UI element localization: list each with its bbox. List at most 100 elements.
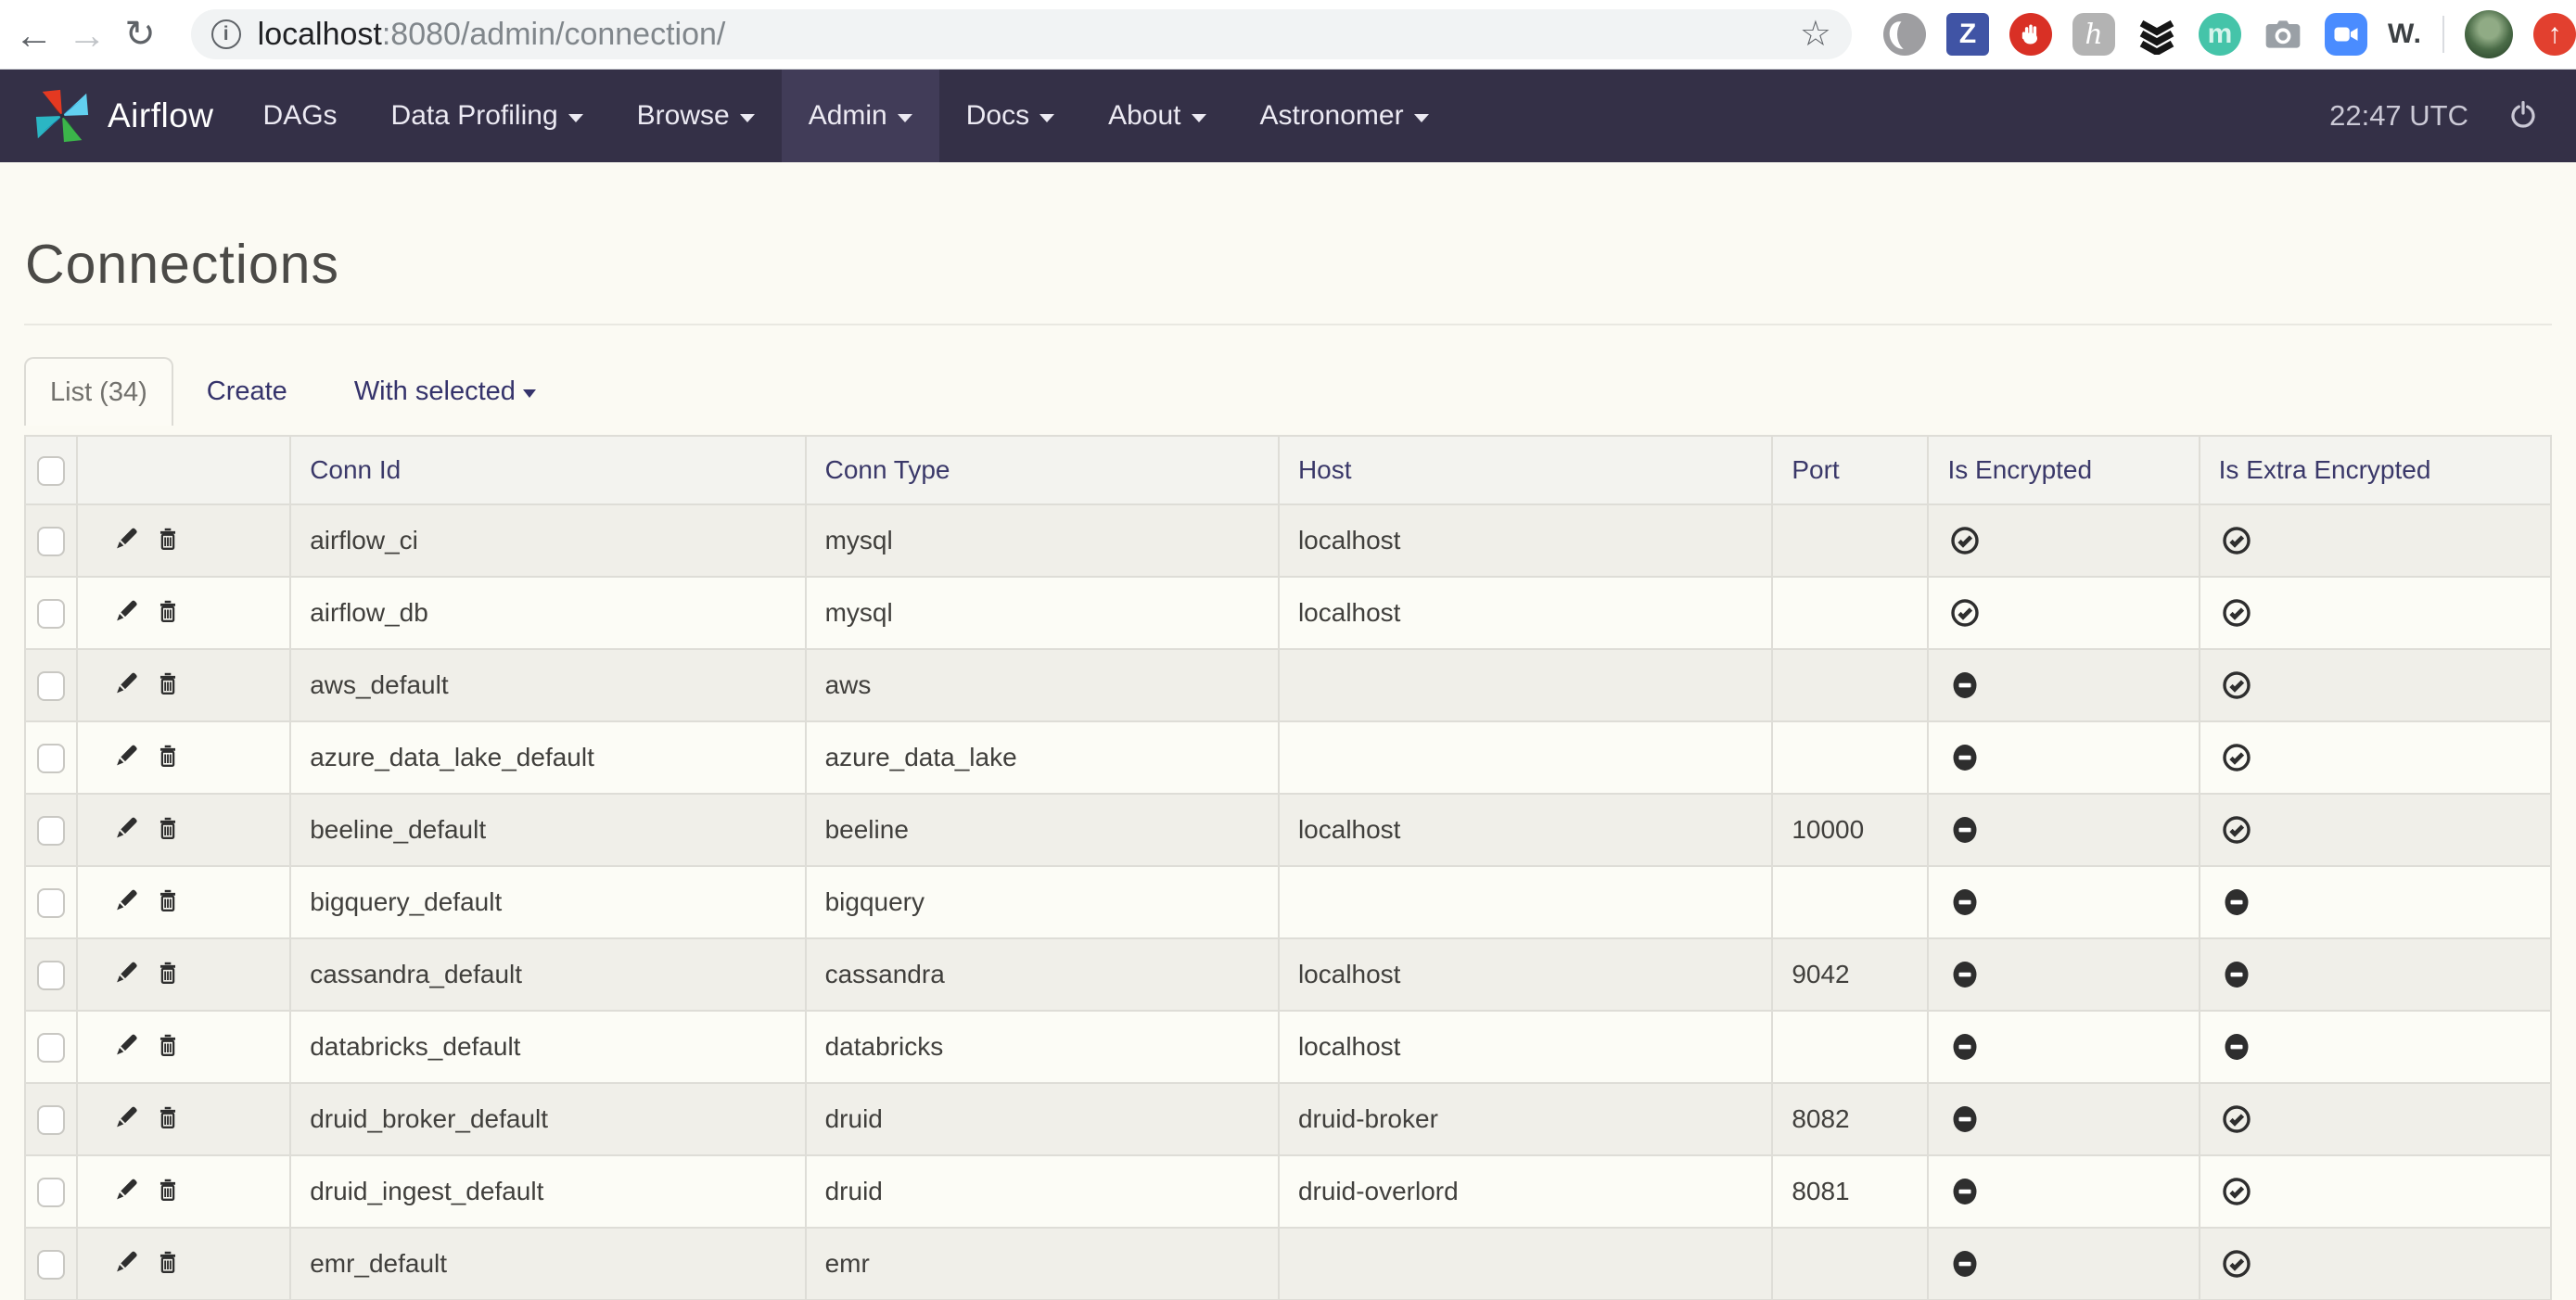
power-icon[interactable] <box>2506 97 2541 134</box>
delete-connection-button[interactable] <box>152 810 184 850</box>
chevron-down-icon <box>1414 114 1429 122</box>
airflow-brand[interactable]: Airflow <box>33 87 214 145</box>
row-checkbox[interactable] <box>37 1033 65 1063</box>
row-checkbox[interactable] <box>37 527 65 556</box>
column-header-label: Host <box>1298 455 1352 484</box>
encrypted-no-icon <box>1947 812 1983 848</box>
is-extra-encrypted-cell <box>2200 721 2551 794</box>
column-header-conn-id[interactable]: Conn Id <box>290 436 805 504</box>
encrypted-yes-icon <box>1947 523 1983 558</box>
wordtune-extension-icon[interactable]: W. <box>2388 13 2422 56</box>
honey-extension-icon[interactable]: h <box>2072 13 2115 56</box>
zoom-video-extension-icon[interactable] <box>2325 13 2367 56</box>
row-select-cell <box>25 866 77 938</box>
site-info-icon[interactable]: i <box>211 19 241 49</box>
tab-label: List (34) <box>50 377 147 408</box>
column-header-port[interactable]: Port <box>1772 436 1928 504</box>
row-checkbox[interactable] <box>37 1178 65 1207</box>
delete-connection-button[interactable] <box>152 1100 184 1140</box>
encrypted-no-icon <box>1947 1029 1983 1064</box>
edit-connection-button[interactable] <box>109 955 141 995</box>
column-header-conn-type[interactable]: Conn Type <box>806 436 1279 504</box>
row-checkbox[interactable] <box>37 1105 65 1135</box>
zotero-extension-icon[interactable]: Z <box>1946 13 1989 56</box>
row-select-cell <box>25 938 77 1011</box>
delete-connection-button[interactable] <box>152 955 184 995</box>
tab-with-selected[interactable]: With selected <box>321 357 569 426</box>
edit-connection-button[interactable] <box>109 1172 141 1212</box>
browser-reload-button[interactable]: ↻ <box>113 0 166 70</box>
delete-connection-button[interactable] <box>152 1027 184 1067</box>
is-encrypted-cell <box>1928 1011 2199 1083</box>
delete-trash-icon <box>152 593 184 627</box>
conn-id-cell: beeline_default <box>290 794 805 866</box>
column-header-label: Conn Id <box>310 455 401 484</box>
delete-connection-button[interactable] <box>152 521 184 561</box>
delete-connection-button[interactable] <box>152 666 184 706</box>
row-actions-cell <box>77 1228 290 1300</box>
row-checkbox[interactable] <box>37 888 65 918</box>
delete-connection-button[interactable] <box>152 883 184 923</box>
connections-table-wrap: Conn Id Conn Type Host PortIs EncryptedIs E… <box>24 435 2552 1300</box>
row-checkbox[interactable] <box>37 671 65 701</box>
row-checkbox[interactable] <box>37 744 65 773</box>
row-checkbox[interactable] <box>37 1250 65 1280</box>
column-header-host[interactable]: Host <box>1279 436 1772 504</box>
row-actions-cell <box>77 504 290 577</box>
delete-trash-icon <box>152 810 184 844</box>
edit-connection-button[interactable] <box>109 810 141 850</box>
nav-item-data-profiling[interactable]: Data Profiling <box>364 70 610 162</box>
delete-connection-button[interactable] <box>152 1244 184 1284</box>
layers-extension-icon[interactable] <box>2136 13 2178 56</box>
conn-type-cell: druid <box>806 1155 1279 1228</box>
edit-pencil-icon <box>109 883 141 916</box>
camera-extension-icon[interactable] <box>2262 13 2304 56</box>
is-encrypted-cell <box>1928 866 2199 938</box>
edit-pencil-icon <box>109 521 141 554</box>
tab-create[interactable]: Create <box>173 357 321 426</box>
bookmark-star-icon[interactable]: ☆ <box>1800 17 1831 52</box>
nav-item-admin[interactable]: Admin <box>782 70 939 162</box>
edit-connection-button[interactable] <box>109 666 141 706</box>
delete-connection-button[interactable] <box>152 1172 184 1212</box>
row-checkbox[interactable] <box>37 599 65 629</box>
url-host: localhost <box>258 17 382 52</box>
edit-connection-button[interactable] <box>109 1244 141 1284</box>
conn-type-cell: beeline <box>806 794 1279 866</box>
nav-item-browse[interactable]: Browse <box>610 70 782 162</box>
up-arrow-extension-icon[interactable]: ↑ <box>2533 13 2576 56</box>
row-checkbox[interactable] <box>37 961 65 990</box>
tab-list-34[interactable]: List (34) <box>24 357 173 426</box>
delete-connection-button[interactable] <box>152 593 184 633</box>
select-all-checkbox[interactable] <box>37 456 65 486</box>
delete-connection-button[interactable] <box>152 738 184 778</box>
browser-back-button[interactable]: ← <box>7 0 60 70</box>
port-cell: 10000 <box>1772 794 1928 866</box>
chevron-down-icon <box>568 114 583 122</box>
edit-connection-button[interactable] <box>109 1100 141 1140</box>
nav-item-about[interactable]: About <box>1081 70 1232 162</box>
table-body: airflow_cimysqllocalhostairflow_dbmysqll… <box>25 504 2551 1300</box>
address-bar[interactable]: i localhost:8080/admin/connection/ ☆ <box>191 9 1852 59</box>
column-header-is-extra-encrypted[interactable]: Is Extra Encrypted <box>2200 436 2551 504</box>
momentum-extension-icon[interactable]: m <box>2199 13 2241 56</box>
stop-hand-extension-icon[interactable] <box>2009 13 2052 56</box>
nav-item-astronomer[interactable]: Astronomer <box>1233 70 1456 162</box>
edit-connection-button[interactable] <box>109 883 141 923</box>
cookie-extension-icon[interactable] <box>1883 13 1926 56</box>
profile-avatar[interactable] <box>2465 10 2513 58</box>
edit-connection-button[interactable] <box>109 593 141 633</box>
column-header-is-encrypted[interactable]: Is Encrypted <box>1928 436 2199 504</box>
conn-id-cell: aws_default <box>290 649 805 721</box>
row-checkbox[interactable] <box>37 816 65 846</box>
conn-type-cell: emr <box>806 1228 1279 1300</box>
edit-connection-button[interactable] <box>109 738 141 778</box>
browser-forward-button[interactable]: → <box>60 0 113 70</box>
table-row: airflow_cimysqllocalhost <box>25 504 2551 577</box>
nav-item-docs[interactable]: Docs <box>939 70 1081 162</box>
delete-trash-icon <box>152 666 184 699</box>
encrypted-yes-icon <box>2219 595 2254 631</box>
edit-connection-button[interactable] <box>109 521 141 561</box>
edit-connection-button[interactable] <box>109 1027 141 1067</box>
nav-item-dags[interactable]: DAGs <box>236 70 364 162</box>
